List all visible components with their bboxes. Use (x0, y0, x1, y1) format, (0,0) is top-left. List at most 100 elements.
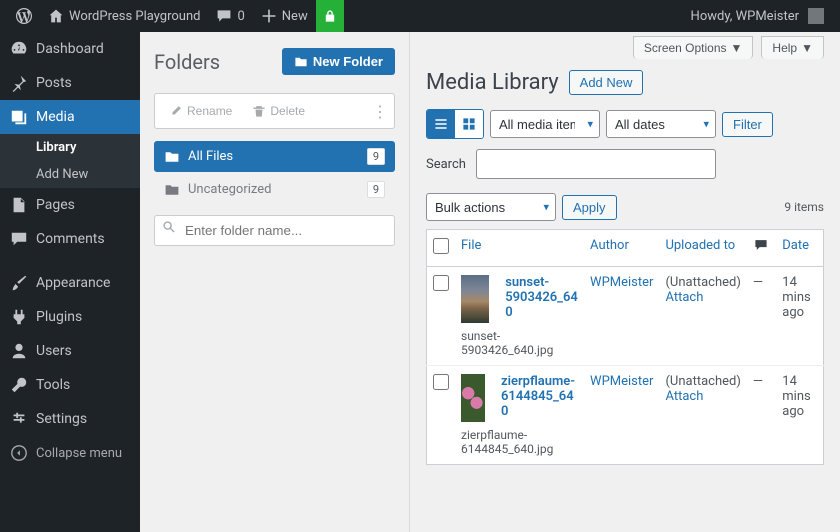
main-content: Screen Options ▼ Help ▼ Media Library Ad… (410, 32, 840, 532)
pencil-icon (169, 104, 183, 118)
comments-count: — (753, 374, 763, 389)
delete-button[interactable]: Delete (244, 100, 313, 122)
folder-search-input[interactable] (154, 215, 395, 246)
button-label: Screen Options (644, 41, 727, 55)
comment-icon (216, 8, 232, 24)
menu-dashboard[interactable]: Dashboard (0, 32, 140, 66)
folder-list: All Files9 Uncategorized 9 (154, 141, 395, 205)
more-button[interactable]: ⋮ (372, 102, 388, 121)
greeting: Howdy, WPMeister (691, 9, 799, 24)
col-comments[interactable] (747, 230, 776, 267)
list-view-button[interactable] (427, 110, 455, 138)
date-filter[interactable]: All dates (606, 110, 716, 138)
add-new-button[interactable]: Add New (569, 70, 644, 95)
menu-plugins[interactable]: Plugins (0, 300, 140, 334)
select-all-checkbox[interactable] (433, 238, 449, 254)
menu-users[interactable]: Users (0, 334, 140, 368)
plugin-icon (10, 308, 28, 326)
comments-link[interactable]: 0 (208, 0, 252, 32)
menu-label: Comments (36, 231, 105, 247)
wp-logo[interactable] (8, 0, 40, 32)
screen-options-button[interactable]: Screen Options ▼ (633, 36, 754, 59)
col-uploaded[interactable]: Uploaded to (659, 230, 746, 267)
page-icon (10, 196, 28, 214)
col-file[interactable]: File (455, 230, 584, 267)
collapse-icon (10, 444, 28, 462)
media-icon (10, 108, 28, 126)
folder-count: 9 (367, 181, 385, 198)
admin-toolbar: WordPress Playground 0 New Howdy, WPMeis… (0, 0, 840, 32)
help-button[interactable]: Help ▼ (761, 36, 824, 59)
file-title[interactable]: sunset-5903426_640 (505, 275, 578, 320)
menu-appearance[interactable]: Appearance (0, 266, 140, 300)
folder-item[interactable]: All Files9 (154, 141, 395, 172)
media-table: File Author Uploaded to Date sunset-5903… (426, 229, 824, 465)
col-date[interactable]: Date (776, 230, 823, 267)
media-type-filter[interactable]: All media items (490, 110, 600, 138)
folder-item[interactable]: Uncategorized 9 (154, 174, 395, 205)
table-row: sunset-5903426_640 sunset-5903426_640.jpg… (427, 267, 824, 366)
submenu-library[interactable]: Library (0, 134, 140, 161)
menu-label: Posts (36, 75, 72, 91)
menu-label: Media (36, 109, 75, 125)
button-label: New Folder (313, 54, 383, 69)
menu-label: Pages (36, 197, 75, 213)
filter-button[interactable]: Filter (722, 112, 773, 137)
menu-label: Dashboard (36, 41, 104, 57)
menu-label: Tools (36, 377, 70, 393)
folder-icon (164, 182, 180, 198)
search-input[interactable] (476, 149, 716, 179)
folder-toolbar: Rename Delete ⋮ (154, 93, 395, 129)
grid-view-button[interactable] (455, 110, 483, 138)
row-checkbox[interactable] (433, 275, 449, 291)
author-link[interactable]: WPMeister (590, 374, 653, 389)
new-folder-button[interactable]: New Folder (282, 48, 395, 75)
my-account[interactable]: Howdy, WPMeister (683, 0, 832, 32)
settings-icon (10, 410, 28, 428)
media-submenu: Library Add New (0, 134, 140, 188)
comments-count: — (753, 275, 763, 290)
collapse-menu[interactable]: Collapse menu (0, 436, 140, 470)
menu-media[interactable]: Media (0, 100, 140, 134)
table-row: zierpflaume-6144845_640zierpflaume-61448… (427, 366, 824, 465)
author-link[interactable]: WPMeister (590, 275, 653, 290)
menu-settings[interactable]: Settings (0, 402, 140, 436)
lock-badge[interactable] (316, 0, 344, 32)
home-icon (48, 8, 64, 24)
rename-button[interactable]: Rename (161, 100, 240, 122)
plus-icon (261, 8, 277, 24)
user-icon (10, 342, 28, 360)
col-author[interactable]: Author (584, 230, 659, 267)
new-content[interactable]: New (253, 0, 316, 32)
apply-button[interactable]: Apply (562, 195, 617, 220)
page-title: Media Library (426, 70, 559, 95)
folders-panel: Folders New Folder Rename Delete ⋮ All F… (140, 32, 410, 532)
button-label: Help (772, 41, 797, 55)
new-label: New (282, 9, 308, 24)
menu-comments[interactable]: Comments (0, 222, 140, 256)
admin-menu: Dashboard Posts Media Library Add New Pa… (0, 32, 140, 532)
menu-pages[interactable]: Pages (0, 188, 140, 222)
attach-link[interactable]: Attach (665, 389, 703, 404)
row-checkbox[interactable] (433, 374, 449, 390)
uploaded-status: (Unattached) (665, 374, 740, 389)
attach-link[interactable]: Attach (665, 290, 703, 305)
submenu-add-new[interactable]: Add New (0, 161, 140, 188)
file-title[interactable]: zierpflaume-6144845_640 (501, 374, 578, 419)
site-link[interactable]: WordPress Playground (40, 0, 208, 32)
trash-icon (252, 104, 266, 118)
folder-label: Uncategorized (188, 182, 271, 197)
bulk-actions-select[interactable]: Bulk actions (426, 193, 556, 221)
menu-label: Settings (36, 411, 87, 427)
menu-tools[interactable]: Tools (0, 368, 140, 402)
menu-posts[interactable]: Posts (0, 66, 140, 100)
folder-plus-icon (294, 55, 308, 69)
brush-icon (10, 274, 28, 292)
grid-icon (461, 116, 477, 132)
thumbnail[interactable] (461, 275, 489, 323)
avatar (808, 8, 824, 24)
menu-label: Users (36, 343, 72, 359)
menu-label: Plugins (36, 309, 82, 325)
filename: sunset-5903426_640.jpg (461, 329, 578, 357)
thumbnail[interactable] (461, 374, 485, 422)
